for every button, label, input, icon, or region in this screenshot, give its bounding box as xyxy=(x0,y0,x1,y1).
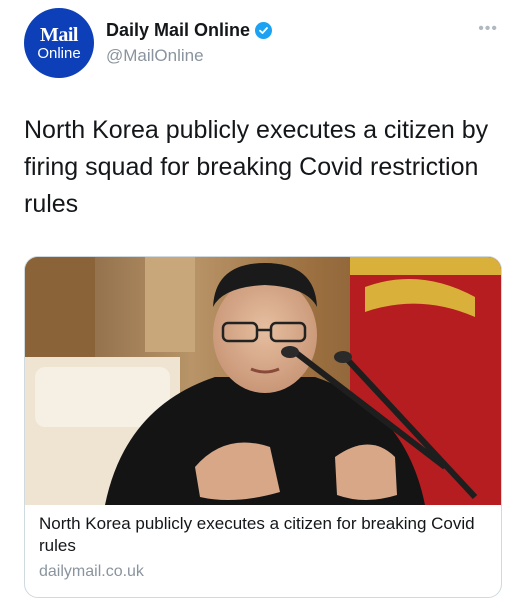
account-name-row[interactable]: Daily Mail Online xyxy=(106,20,273,41)
more-horizontal-icon[interactable]: ••• xyxy=(478,20,498,38)
avatar[interactable]: Mail Online xyxy=(24,8,94,78)
card-domain: dailymail.co.uk xyxy=(39,563,144,580)
card-title[interactable]: North Korea publicly executes a citizen … xyxy=(39,513,489,557)
account-handle[interactable]: @MailOnline xyxy=(106,46,204,66)
avatar-logo-line2: Online xyxy=(37,45,81,62)
card-image xyxy=(25,257,501,505)
tweet-text: North Korea publicly executes a citizen … xyxy=(24,116,489,218)
card-info[interactable]: North Korea publicly executes a citizen … xyxy=(39,513,489,581)
link-card[interactable]: North Korea publicly executes a citizen … xyxy=(24,256,502,598)
tweet: Mail Online Daily Mail Online @MailOnlin… xyxy=(0,0,526,600)
verified-badge-icon xyxy=(255,22,273,39)
display-name[interactable]: Daily Mail Online xyxy=(106,20,250,41)
avatar-logo-line1: Mail xyxy=(40,24,79,46)
